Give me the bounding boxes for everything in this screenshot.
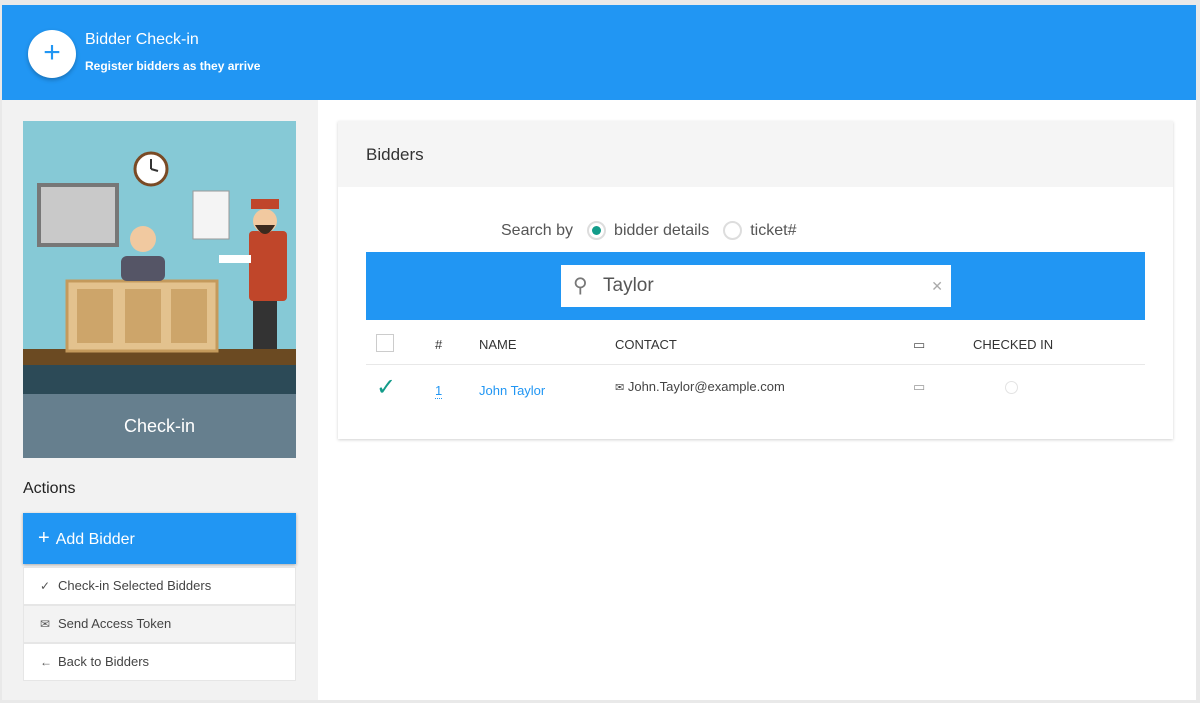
column-contact[interactable]: CONTACT <box>615 337 677 352</box>
check-in-selected-button[interactable]: ✓ Check-in Selected Bidders <box>23 567 296 605</box>
radio-ticket[interactable] <box>723 221 743 240</box>
page-title: Bidder Check-in <box>85 31 199 48</box>
check-in-illustration: Check-in <box>23 121 296 458</box>
header-divider <box>366 364 1145 365</box>
actions-heading: Actions <box>23 480 76 497</box>
page-header: + Bidder Check-in Register bidders as th… <box>2 5 1196 100</box>
radio-label[interactable]: ticket# <box>750 222 796 240</box>
search-by-label: Search by <box>501 221 574 239</box>
select-all-checkbox[interactable] <box>376 334 394 352</box>
column-checked-in[interactable]: CHECKED IN <box>973 337 1053 352</box>
bidders-card: Bidders Search by bidder details ticket#… <box>338 121 1173 439</box>
add-bidder-label: Add Bidder <box>55 531 135 548</box>
search-value: Taylor <box>603 275 654 296</box>
card-icon: ▭ <box>913 337 926 352</box>
bidder-number-link[interactable]: 1 <box>435 383 443 399</box>
bidder-name-link[interactable]: John Taylor <box>479 383 545 398</box>
arrow-left-icon: ← <box>40 655 52 669</box>
add-bidder-button[interactable]: + Add Bidder <box>23 513 296 564</box>
column-name[interactable]: NAME <box>479 337 517 352</box>
send-access-token-button[interactable]: ✉ Send Access Token <box>23 605 296 643</box>
action-label: Send Access Token <box>58 616 172 631</box>
bidder-email: John.Taylor@example.com <box>627 379 785 394</box>
mail-icon: ✉ <box>40 617 51 631</box>
illustration-label: Check-in <box>23 394 296 458</box>
sidebar: Check-in Actions + Add Bidder ✓ Check-in S… <box>2 100 318 700</box>
checked-in-toggle[interactable] <box>1005 381 1018 394</box>
clear-icon[interactable]: ✕ <box>931 265 943 307</box>
search-input[interactable]: ⚲ Taylor ✕ <box>561 265 951 307</box>
radio-bidder-details[interactable] <box>587 221 607 240</box>
card-icon: ▭ <box>913 379 926 394</box>
search-icon: ⚲ <box>573 275 588 297</box>
action-label: Back to Bidders <box>58 654 150 669</box>
back-to-bidders-button[interactable]: ← Back to Bidders <box>23 643 296 681</box>
plus-icon: + <box>38 527 50 549</box>
selected-check-icon[interactable]: ✓ <box>376 373 396 402</box>
plus-icon[interactable]: + <box>28 30 76 78</box>
column-num[interactable]: # <box>435 337 442 352</box>
search-bar: ⚲ Taylor ✕ <box>366 252 1145 320</box>
page-subtitle: Register bidders as they arrive <box>85 59 261 73</box>
card-title: Bidders <box>338 121 1173 187</box>
app-window: + Bidder Check-in Register bidders as th… <box>2 5 1196 700</box>
radio-label[interactable]: bidder details <box>614 222 709 240</box>
check-icon: ✓ <box>40 579 51 593</box>
search-by-group: Search by bidder details ticket# <box>501 221 796 240</box>
mail-icon: ✉ <box>615 382 625 394</box>
action-label: Check-in Selected Bidders <box>58 578 212 593</box>
